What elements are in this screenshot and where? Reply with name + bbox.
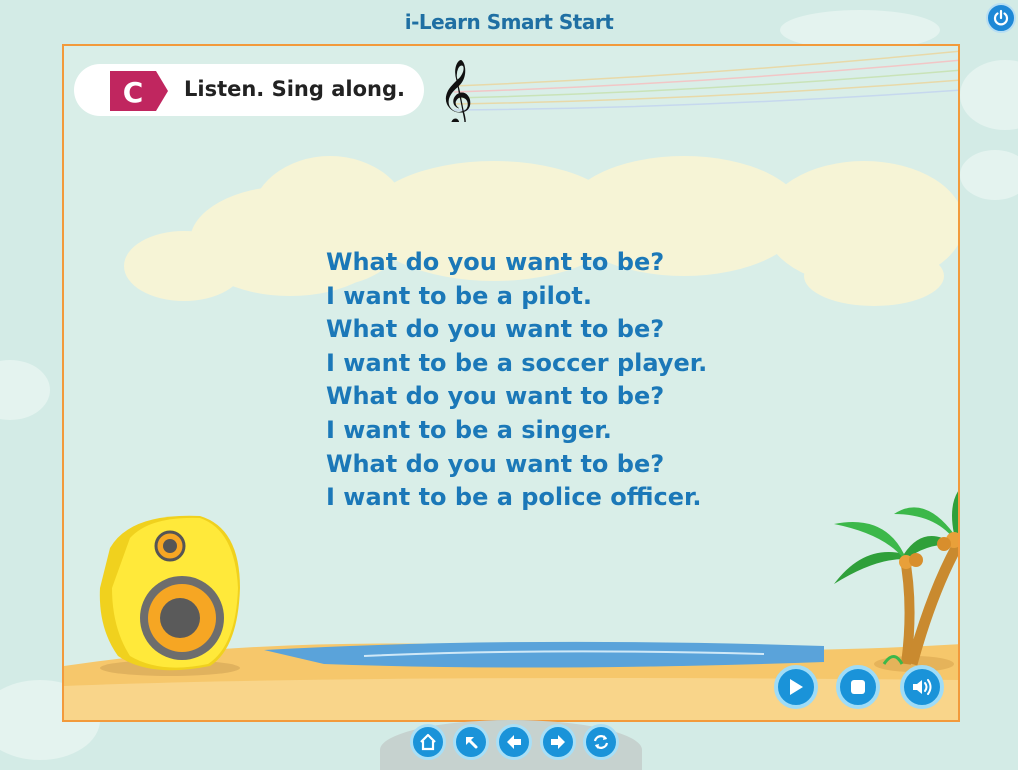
badge-letter: C bbox=[123, 76, 144, 109]
palm-tree-icon bbox=[834, 491, 958, 672]
sky-cloud bbox=[804, 246, 944, 306]
play-icon bbox=[790, 679, 803, 695]
lyric-line: I want to be a pilot. bbox=[326, 281, 592, 310]
next-button[interactable] bbox=[540, 724, 576, 760]
stop-icon bbox=[851, 680, 865, 694]
replay-button[interactable] bbox=[583, 724, 619, 760]
play-button[interactable] bbox=[774, 665, 818, 709]
home-button[interactable] bbox=[410, 724, 446, 760]
sky-cloud bbox=[124, 231, 244, 301]
lyric-line: I want to be a soccer player. bbox=[326, 348, 708, 377]
activity-instruction: Listen. Sing along. bbox=[184, 77, 405, 101]
menu-button[interactable] bbox=[453, 724, 489, 760]
treble-clef-icon: 𝄞 bbox=[439, 58, 473, 122]
arrow-right-icon bbox=[551, 735, 565, 749]
lyric-line: What do you want to be? bbox=[326, 382, 665, 411]
home-icon bbox=[420, 733, 436, 751]
lyric-line: What do you want to be? bbox=[326, 248, 665, 276]
speaker-icon bbox=[99, 515, 241, 676]
previous-button[interactable] bbox=[496, 724, 532, 760]
lyric-line: What do you want to be? bbox=[326, 315, 665, 344]
activity-frame: C Listen. Sing along. 𝄞 What do you want… bbox=[62, 44, 960, 722]
music-staff bbox=[454, 50, 958, 111]
background-cloud bbox=[0, 360, 50, 420]
arrow-left-icon bbox=[507, 735, 521, 749]
arrow-up-left-icon bbox=[466, 737, 478, 749]
volume-icon bbox=[913, 679, 932, 695]
power-icon bbox=[993, 9, 1009, 26]
lyric-line: I want to be a singer. bbox=[326, 415, 612, 444]
lyric-line: I want to be a police officer. bbox=[326, 483, 702, 512]
song-lyrics: What do you want to be? I want to be a p… bbox=[326, 246, 707, 515]
svg-text:𝄞: 𝄞 bbox=[439, 58, 473, 122]
background-cloud bbox=[960, 60, 1018, 130]
refresh-icon bbox=[593, 735, 609, 749]
power-button[interactable] bbox=[986, 3, 1016, 33]
stop-button[interactable] bbox=[836, 665, 880, 709]
activity-badge: C bbox=[110, 71, 168, 111]
activity-header: C Listen. Sing along. bbox=[74, 64, 424, 116]
lyric-line: What do you want to be? bbox=[326, 449, 665, 478]
volume-button[interactable] bbox=[900, 665, 944, 709]
app-title: i-Learn Smart Start bbox=[404, 10, 614, 34]
background-cloud bbox=[960, 150, 1018, 200]
